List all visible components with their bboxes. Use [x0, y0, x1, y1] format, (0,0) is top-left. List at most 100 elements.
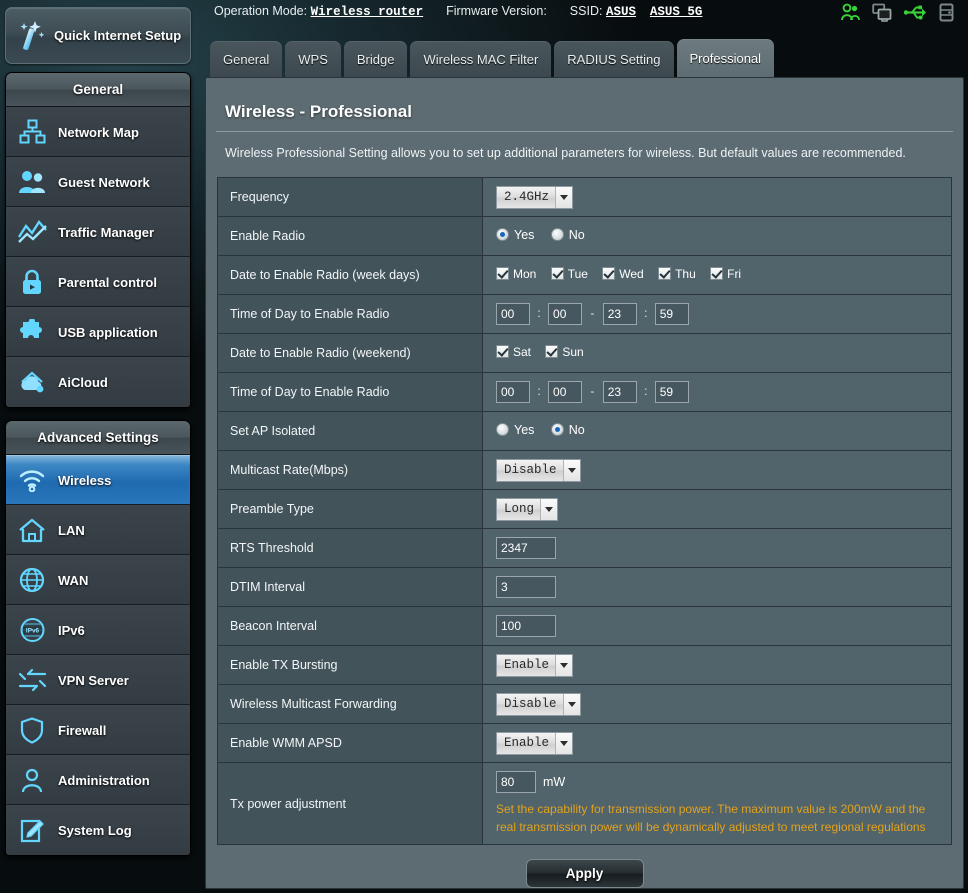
- tx-bursting-select[interactable]: Enable: [496, 653, 574, 677]
- ap-isolated-yes[interactable]: Yes: [496, 423, 534, 437]
- ssid-value-24g[interactable]: ASUS: [606, 5, 636, 19]
- operation-mode-value[interactable]: Wireless router: [311, 5, 424, 19]
- sidebar-item-wan[interactable]: WAN: [6, 555, 190, 605]
- wmm-apsd-select[interactable]: Enable: [496, 731, 574, 755]
- checkbox-sun[interactable]: Sun: [545, 344, 584, 359]
- weekday-end-minute-input[interactable]: [654, 303, 689, 325]
- checkbox-tue[interactable]: Tue: [550, 267, 588, 281]
- ap-isolated-no[interactable]: No: [550, 423, 585, 437]
- ssid-value-5g[interactable]: ASUS_5G: [650, 5, 703, 19]
- header-status-text: Operation Mode: Wireless router Firmware…: [214, 4, 702, 19]
- preamble-type-value: Long: [504, 502, 535, 516]
- weekday-end-hour-input[interactable]: [602, 303, 637, 325]
- sidebar-item-firewall[interactable]: Firewall: [6, 705, 190, 755]
- checkbox-box[interactable]: [602, 267, 616, 281]
- tab-bridge[interactable]: Bridge: [343, 41, 408, 78]
- radio-button[interactable]: [550, 228, 564, 242]
- checkbox-box[interactable]: [710, 267, 724, 281]
- checkbox-wed[interactable]: Wed: [602, 267, 644, 281]
- table-row-multicast-rate: Multicast Rate(Mbps) Disable: [217, 450, 952, 490]
- label-frequency: Frequency: [217, 177, 483, 217]
- network-clients-icon[interactable]: [872, 3, 892, 25]
- apply-row: Apply: [206, 859, 963, 888]
- time-colon: :: [537, 306, 541, 321]
- sidebar-item-parental-control[interactable]: Parental control: [6, 257, 190, 307]
- sidebar-item-traffic-manager[interactable]: Traffic Manager: [6, 207, 190, 257]
- checkbox-thu[interactable]: Thu: [658, 267, 696, 281]
- sidebar-item-system-log[interactable]: System Log: [6, 805, 190, 855]
- checkbox-label: Sun: [562, 344, 584, 359]
- table-row-beacon-interval: Beacon Interval: [217, 606, 952, 646]
- table-row-enable-radio: Enable Radio Yes No: [217, 216, 952, 256]
- printer-icon[interactable]: [938, 3, 956, 25]
- enable-radio-no[interactable]: No: [550, 228, 585, 242]
- sidebar-item-wireless[interactable]: Wireless: [6, 455, 190, 505]
- multicast-forwarding-select[interactable]: Disable: [496, 692, 581, 716]
- page-description: Wireless Professional Setting allows you…: [225, 146, 906, 160]
- sidebar-item-label: LAN: [58, 522, 85, 538]
- checkbox-box[interactable]: [496, 267, 509, 281]
- sidebar-item-label: Parental control: [58, 274, 157, 290]
- checkbox-mon[interactable]: Mon: [496, 267, 536, 281]
- shield-icon: [6, 716, 58, 744]
- cloud-house-icon: [6, 370, 58, 395]
- beacon-interval-input[interactable]: [496, 615, 556, 637]
- radio-button[interactable]: [496, 423, 509, 437]
- log-pencil-icon: [6, 818, 58, 844]
- multicast-rate-select[interactable]: Disable: [496, 458, 581, 482]
- sidebar: Quick Internet Setup General Network Map: [0, 0, 197, 893]
- weekend-start-minute-input[interactable]: [548, 381, 583, 403]
- sidebar-item-usb-application[interactable]: USB application: [6, 307, 190, 357]
- weekday-start-hour-input[interactable]: [496, 303, 530, 325]
- user-badge-icon: [6, 767, 58, 794]
- dtim-interval-input[interactable]: [496, 576, 556, 598]
- enable-radio-yes[interactable]: Yes: [496, 228, 534, 242]
- weekend-start-hour-input[interactable]: [496, 381, 530, 403]
- page-title: Wireless - Professional: [216, 78, 953, 132]
- checkbox-label: Mon: [513, 266, 537, 281]
- sidebar-item-lan[interactable]: LAN: [6, 505, 190, 555]
- weekend-end-minute-input[interactable]: [654, 381, 689, 403]
- usb-icon[interactable]: [903, 3, 926, 25]
- checkbox-box[interactable]: [545, 345, 559, 359]
- clients-users-icon[interactable]: [840, 3, 860, 25]
- sidebar-item-guest-network[interactable]: Guest Network: [6, 157, 190, 207]
- tx-power-input[interactable]: [496, 771, 536, 793]
- table-row-tx-bursting: Enable TX Bursting Enable: [217, 645, 952, 685]
- sidebar-item-vpn-server[interactable]: VPN Server: [6, 655, 190, 705]
- label-dtim-interval: DTIM Interval: [217, 567, 483, 607]
- sidebar-item-label: IPv6: [58, 622, 85, 638]
- table-row-preamble-type: Preamble Type Long: [217, 489, 952, 529]
- wifi-signal-icon: [6, 468, 58, 492]
- sidebar-item-aicloud[interactable]: AiCloud: [6, 357, 190, 407]
- radio-button[interactable]: [496, 228, 509, 242]
- weekday-start-minute-input[interactable]: [548, 303, 583, 325]
- preamble-type-select[interactable]: Long: [496, 497, 559, 521]
- checkbox-box[interactable]: [658, 267, 672, 281]
- sidebar-item-label: Guest Network: [58, 174, 150, 190]
- weekend-end-hour-input[interactable]: [602, 381, 637, 403]
- sidebar-item-administration[interactable]: Administration: [6, 755, 190, 805]
- rts-threshold-input[interactable]: [496, 537, 556, 559]
- tx-power-value-line: mW: [496, 771, 951, 793]
- frequency-select[interactable]: 2.4GHz: [496, 185, 574, 209]
- checkbox-fri[interactable]: Fri: [710, 267, 741, 281]
- checkbox-sat[interactable]: Sat: [496, 345, 531, 359]
- radio-label: Yes: [514, 422, 535, 437]
- sidebar-item-network-map[interactable]: Network Map: [6, 107, 190, 157]
- label-preamble-type: Preamble Type: [217, 489, 483, 529]
- checkbox-box[interactable]: [496, 345, 509, 359]
- table-row-time-weekdays: Time of Day to Enable Radio : - :: [217, 294, 952, 334]
- checkbox-box[interactable]: [550, 267, 564, 281]
- tab-general[interactable]: General: [210, 41, 283, 78]
- tab-radius-setting[interactable]: RADIUS Setting: [554, 41, 674, 78]
- tab-wireless-mac-filter[interactable]: Wireless MAC Filter: [410, 41, 552, 78]
- quick-internet-setup-button[interactable]: Quick Internet Setup: [5, 7, 191, 64]
- sidebar-item-ipv6[interactable]: IPv6 IPv6: [6, 605, 190, 655]
- chevron-down-icon: [555, 732, 573, 754]
- tab-wps[interactable]: WPS: [285, 41, 341, 78]
- apply-button[interactable]: Apply: [525, 859, 644, 888]
- tab-professional[interactable]: Professional: [676, 39, 775, 78]
- wmm-apsd-value: Enable: [504, 736, 550, 750]
- radio-button[interactable]: [550, 423, 564, 437]
